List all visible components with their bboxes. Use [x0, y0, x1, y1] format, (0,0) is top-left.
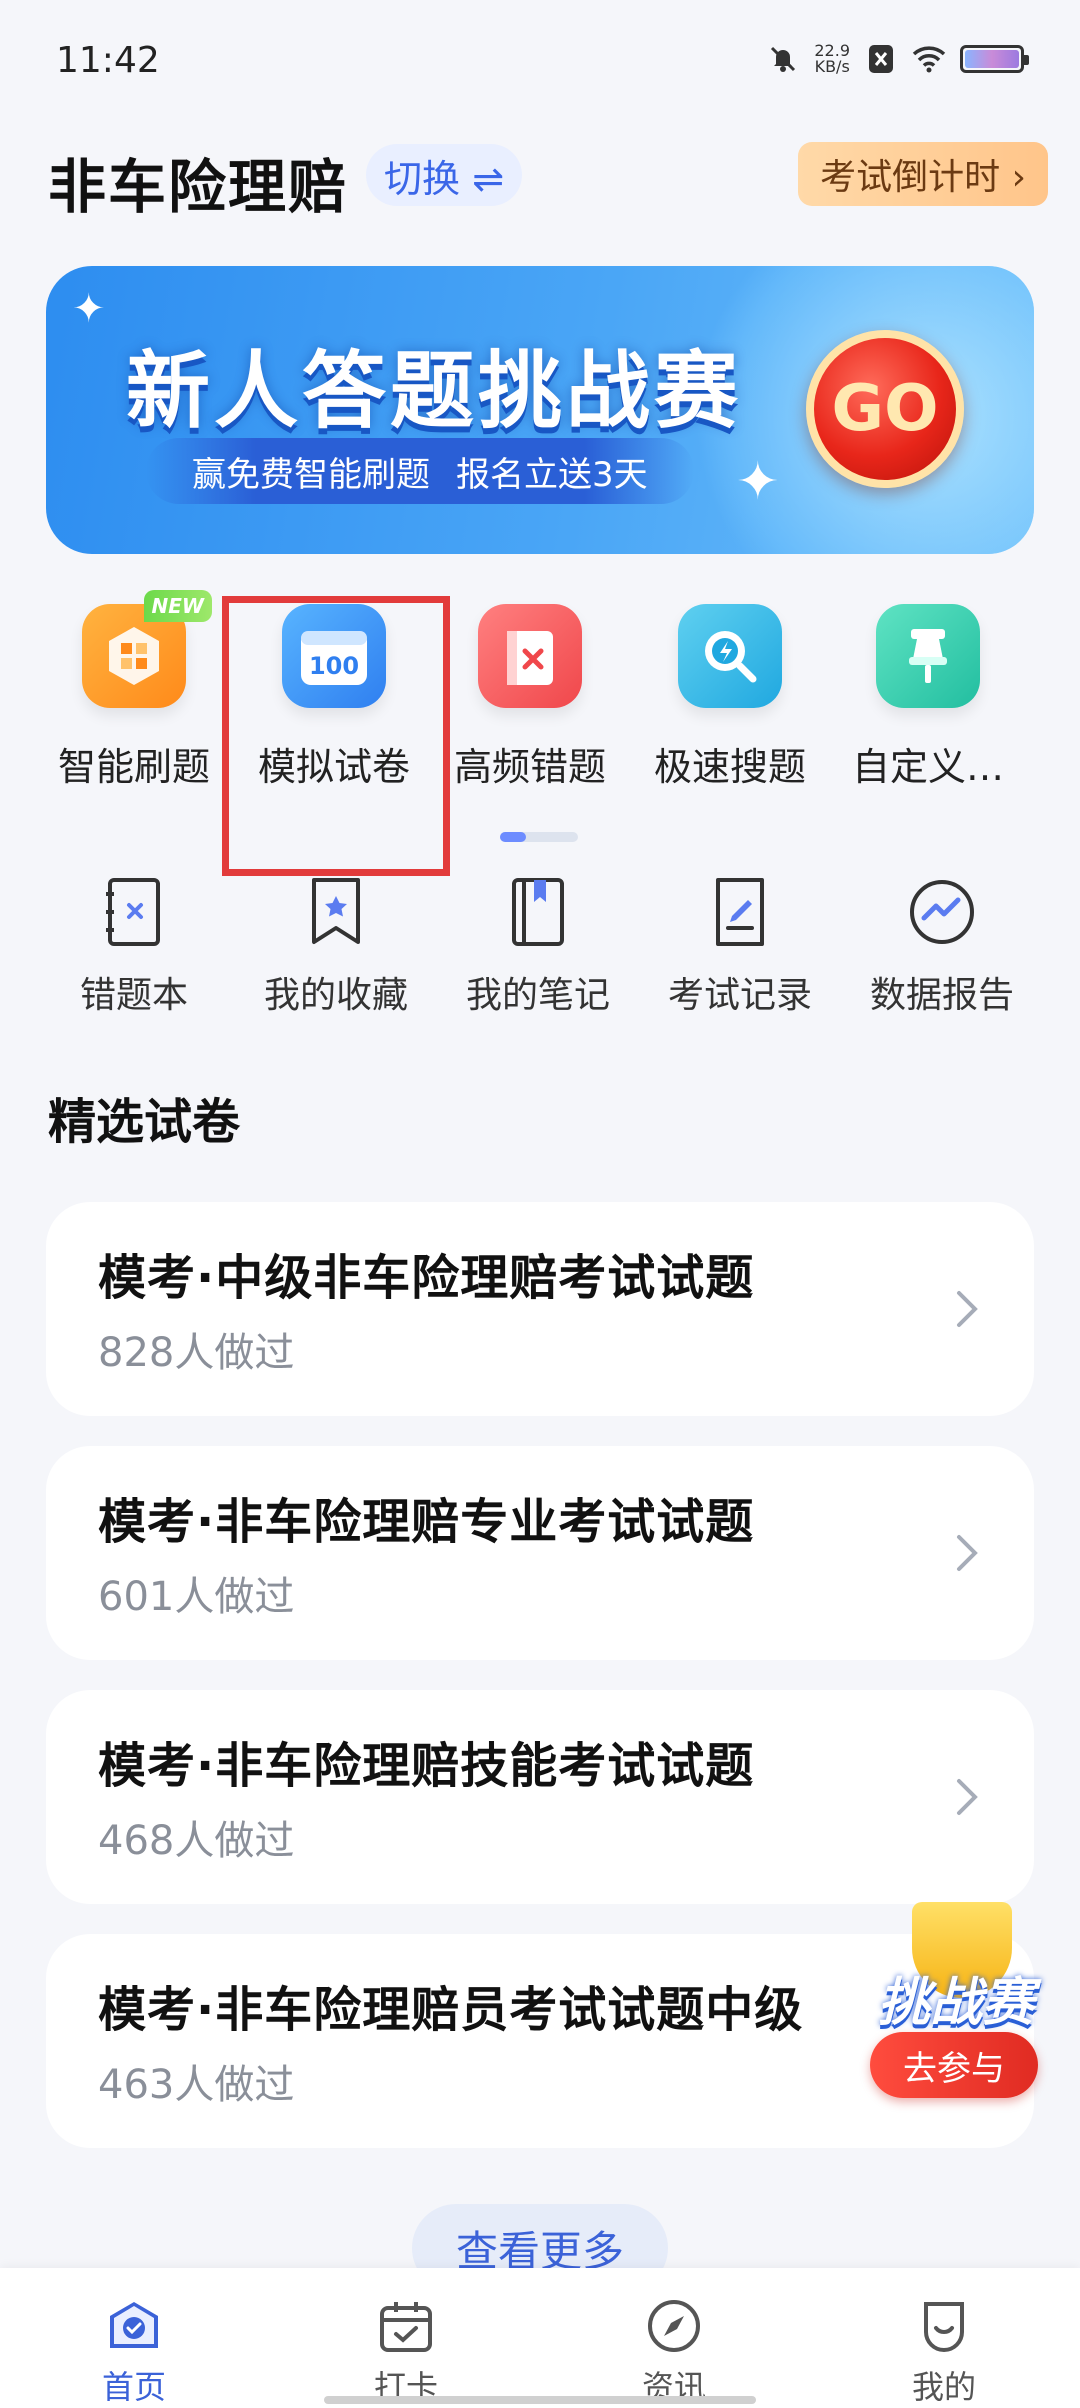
nav-profile[interactable]: 我的	[864, 2296, 1024, 2408]
paper-count: 601人做过	[98, 1574, 295, 1620]
go-button[interactable]: GO	[806, 330, 964, 488]
net-speed-unit: KB/s	[814, 57, 850, 76]
tool-notes[interactable]: 我的笔记	[448, 872, 628, 1018]
feature-smart-practice[interactable]: NEW 智能刷题	[34, 590, 234, 814]
sparkle-icon: ✦	[72, 286, 106, 332]
floating-challenge-title: 挑战赛	[877, 1973, 1034, 2033]
custom-pin-icon	[876, 604, 980, 708]
tool-label: 我的笔记	[465, 975, 610, 1016]
nav-label: 我的	[911, 2368, 976, 2406]
tool-mistake-book[interactable]: 错题本	[44, 872, 224, 1018]
banner-sub-left: 赢免费智能刷题	[192, 454, 430, 495]
floating-challenge[interactable]: 挑战赛 去参与	[866, 1902, 1046, 2112]
paper-title: 模考·非车险理赔技能考试试题	[98, 1738, 755, 1794]
paper-title: 模考·中级非车险理赔考试试题	[98, 1250, 755, 1306]
chevron-right-icon	[950, 1284, 984, 1334]
feature-label: 智能刷题	[57, 745, 210, 789]
status-time: 11:42	[56, 40, 160, 81]
banner-sub-right: 报名立送3天	[456, 454, 648, 495]
home-icon	[104, 2296, 164, 2356]
paper-count: 468人做过	[98, 1818, 295, 1864]
tool-label: 错题本	[79, 975, 188, 1016]
frequent-mistakes-icon	[478, 604, 582, 708]
chevron-right-icon	[950, 1772, 984, 1822]
highlight-box	[222, 596, 450, 876]
no-sim-icon	[864, 42, 898, 76]
paper-title: 模考·非车险理赔员考试试题中级	[98, 1982, 804, 2038]
bookmark-icon	[296, 872, 376, 952]
exam-countdown-button[interactable]: 考试倒计时 ›	[798, 142, 1048, 206]
paper-card[interactable]: 模考·中级非车险理赔考试试题 828人做过	[46, 1202, 1034, 1416]
exam-record-icon	[700, 872, 780, 952]
calendar-check-icon	[376, 2296, 436, 2356]
page-indicator-dot	[500, 832, 526, 842]
wifi-icon	[912, 42, 946, 76]
profile-icon	[914, 2296, 974, 2356]
tool-label: 我的收藏	[263, 975, 408, 1016]
challenge-banner[interactable]: ✦ ✦ 新人答题挑战赛 赢免费智能刷题 报名立送3天 GO	[46, 266, 1034, 554]
nav-home[interactable]: 首页	[54, 2296, 214, 2408]
join-challenge-button[interactable]: 去参与	[870, 2032, 1038, 2098]
tool-label: 数据报告	[869, 975, 1014, 1016]
tool-bookmarks[interactable]: 我的收藏	[246, 872, 426, 1018]
smart-practice-icon: NEW	[82, 590, 212, 708]
feature-quick-search[interactable]: 极速搜题	[630, 604, 830, 814]
paper-card[interactable]: 模考·非车险理赔技能考试试题 468人做过	[46, 1690, 1034, 1904]
paper-title: 模考·非车险理赔专业考试试题	[98, 1494, 755, 1550]
net-speed: 22.9 KB/s	[814, 43, 850, 75]
status-bar: 11:42 22.9 KB/s	[0, 0, 1080, 120]
new-badge: NEW	[143, 590, 212, 622]
home-indicator	[324, 2396, 756, 2404]
nav-label: 首页	[101, 2368, 166, 2406]
feature-label: 高频错题	[453, 745, 606, 789]
page-indicator	[500, 832, 578, 842]
banner-subtitle: 赢免费智能刷题 报名立送3天	[146, 438, 694, 504]
tool-data-report[interactable]: 数据报告	[852, 872, 1032, 1018]
switch-exam-button[interactable]: 切换 ⇌	[366, 144, 522, 206]
mistake-book-icon	[94, 872, 174, 952]
notes-icon	[498, 872, 578, 952]
battery-icon	[960, 45, 1029, 73]
compass-icon	[644, 2296, 704, 2356]
feature-label: 自定义…	[851, 745, 1004, 789]
feature-row: NEW 智能刷题 100 模拟试卷 高频错题 极速搜题 自定义…	[0, 590, 1080, 824]
nav-checkin[interactable]: 打卡	[326, 2296, 486, 2408]
tool-label: 考试记录	[667, 975, 812, 1016]
banner-title: 新人答题挑战赛	[126, 342, 743, 440]
bottom-nav: 首页 打卡 资讯 我的	[0, 2268, 1080, 2408]
paper-card[interactable]: 模考·非车险理赔专业考试试题 601人做过	[46, 1446, 1034, 1660]
quick-search-icon	[678, 604, 782, 708]
paper-count: 463人做过	[98, 2062, 295, 2108]
nav-news[interactable]: 资讯	[594, 2296, 754, 2408]
page-title: 非车险理赔	[48, 153, 349, 221]
chevron-right-icon	[950, 1528, 984, 1578]
feature-custom[interactable]: 自定义…	[828, 604, 1028, 814]
tool-exam-records[interactable]: 考试记录	[650, 872, 830, 1018]
data-report-icon	[902, 872, 982, 952]
feature-label: 极速搜题	[653, 745, 806, 789]
paper-count: 828人做过	[98, 1330, 295, 1376]
mute-icon	[766, 42, 800, 76]
feature-frequent-mistakes[interactable]: 高频错题	[430, 604, 630, 814]
status-icons: 22.9 KB/s	[766, 42, 1029, 76]
sparkle-icon: ✦	[736, 452, 780, 512]
section-title: 精选试卷	[48, 1094, 241, 1150]
tools-row: 错题本 我的收藏 我的笔记 考试记录 数据报告	[0, 872, 1080, 1032]
header: 非车险理赔 切换 ⇌ 考试倒计时 ›	[0, 130, 1080, 240]
